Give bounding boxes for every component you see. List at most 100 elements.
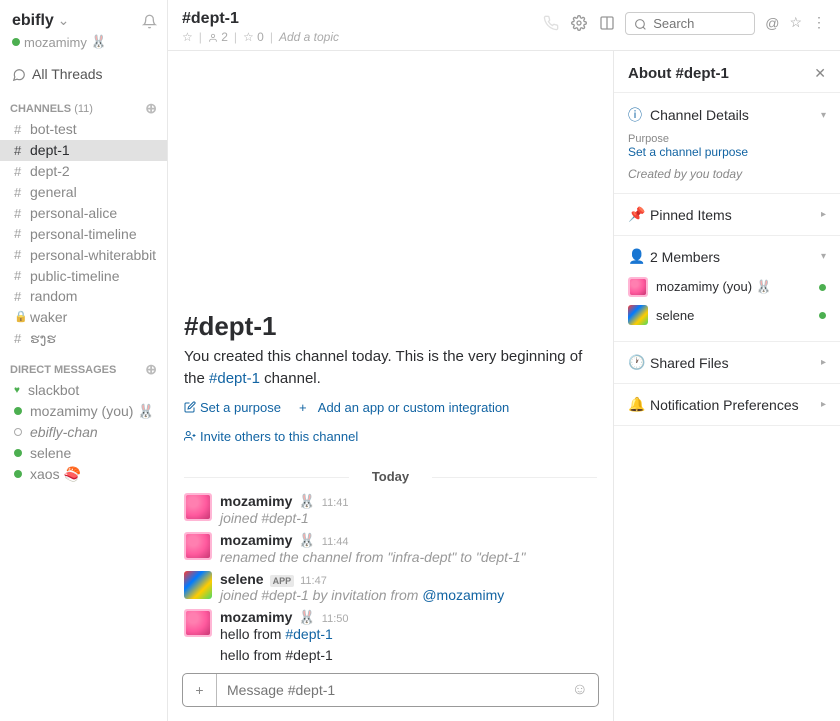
avatar	[184, 609, 212, 637]
chevron-down-icon: ▾	[821, 251, 826, 262]
search-icon	[634, 16, 647, 31]
all-threads[interactable]: All Threads	[0, 60, 167, 88]
add-channel-icon[interactable]: ⊕	[145, 100, 157, 117]
about-pinned[interactable]: 📌 Pinned Items ▸	[614, 194, 840, 236]
team-name: ebifly	[12, 12, 69, 30]
presence-dot	[819, 312, 826, 319]
message-row: selene APP 11:47joined #dept-1 by invita…	[184, 568, 597, 606]
set-purpose-link[interactable]: Set a purpose	[184, 400, 281, 415]
team-user-status[interactable]: mozamimy 🐰	[0, 34, 167, 60]
invite-link[interactable]: Invite others to this channel	[184, 429, 358, 444]
chevron-right-icon: ▸	[821, 399, 826, 410]
chevron-right-icon: ▸	[821, 209, 826, 220]
files-icon: 🕐	[628, 354, 642, 371]
mention-icon[interactable]: @	[765, 15, 779, 31]
channel-title: #dept-1	[182, 10, 533, 28]
add-app-link[interactable]: + Add an app or custom integration	[299, 400, 509, 415]
sidebar: ebifly mozamimy 🐰 All Threads CHANNELS (…	[0, 0, 168, 721]
channel-list: #bot-test#dept-1#dept-2#general#personal…	[0, 119, 167, 349]
channel-header: #dept-1 ☆| 2| ☆ 0| Add a topic @ ☆ ⋮	[168, 0, 840, 51]
message-list: mozamimy 🐰 11:41joined #dept-1mozamimy 🐰…	[184, 490, 597, 663]
intro-text: You created this channel today. This is …	[184, 346, 597, 390]
sidebar-channel-general[interactable]: #general	[0, 182, 167, 203]
about-header: About #dept-1 ✕	[614, 51, 840, 93]
sidebar-channel-waker[interactable]: 🔒waker	[0, 307, 167, 328]
date-divider: Today	[184, 469, 597, 484]
channel-header-left: #dept-1 ☆| 2| ☆ 0| Add a topic	[182, 10, 533, 44]
about-members[interactable]: 👤 2 Members ▾ mozamimy (you) 🐰selene	[614, 236, 840, 342]
set-purpose-panel-link[interactable]: Set a channel purpose	[628, 145, 826, 159]
sidebar-dm[interactable]: ebifly-chan	[0, 422, 167, 443]
sidebar-dm[interactable]: selene	[0, 443, 167, 464]
close-icon[interactable]: ✕	[814, 65, 826, 82]
search-input[interactable]	[653, 16, 746, 31]
gear-icon[interactable]	[571, 14, 587, 31]
about-notification[interactable]: 🔔 Notification Preferences ▸	[614, 384, 840, 426]
add-topic[interactable]: Add a topic	[279, 30, 339, 44]
channel-intro: #dept-1 You created this channel today. …	[184, 311, 597, 445]
star-icon[interactable]: ☆	[182, 30, 193, 44]
star-header-icon[interactable]: ☆	[789, 14, 802, 31]
content-row: #dept-1 You created this channel today. …	[168, 51, 840, 721]
sidebar-channel-personal-timeline[interactable]: #personal-timeline	[0, 224, 167, 245]
message-continuation: hello from #dept-1	[184, 647, 597, 663]
member-row[interactable]: selene	[628, 301, 826, 329]
message-row: mozamimy 🐰 11:41joined #dept-1	[184, 490, 597, 529]
sidebar-channel-ຮງຮ[interactable]: #ຮງຮ	[0, 328, 167, 349]
dm-list: ♥slackbotmozamimy (you) 🐰ebifly-chansele…	[0, 380, 167, 484]
more-icon[interactable]: ⋮	[812, 14, 826, 31]
pin-count[interactable]: ☆ 0	[243, 30, 264, 44]
avatar	[184, 493, 212, 521]
header-icons-right: @ ☆ ⋮	[765, 10, 826, 31]
header-icons	[543, 10, 615, 31]
avatar	[628, 305, 648, 325]
sidebar-dm[interactable]: mozamimy (you) 🐰	[0, 401, 167, 422]
about-channel-details[interactable]: ⓘ Channel Details ▾ Purpose Set a channe…	[614, 93, 840, 194]
main: #dept-1 ☆| 2| ☆ 0| Add a topic @ ☆ ⋮	[168, 0, 840, 721]
chevron-down-icon: ▾	[821, 110, 826, 121]
search-box[interactable]	[625, 12, 755, 35]
sidebar-channel-dept-1[interactable]: #dept-1	[0, 140, 167, 161]
message-row: mozamimy 🐰 11:44renamed the channel from…	[184, 529, 597, 568]
intro-title: #dept-1	[184, 311, 597, 342]
sidebar-channel-dept-2[interactable]: #dept-2	[0, 161, 167, 182]
about-panel: About #dept-1 ✕ ⓘ Channel Details ▾ Purp…	[614, 51, 840, 721]
sidebar-dm[interactable]: ♥slackbot	[0, 380, 167, 401]
phone-icon[interactable]	[543, 14, 559, 31]
emoji-icon[interactable]: ☺	[572, 681, 588, 699]
message-row: mozamimy 🐰 11:50hello from #dept-1	[184, 606, 597, 645]
message-scroll[interactable]: #dept-1 You created this channel today. …	[168, 51, 613, 663]
composer: + ☺	[182, 673, 599, 707]
avatar	[628, 277, 648, 297]
chevron-right-icon: ▸	[821, 357, 826, 368]
intro-actions: Set a purpose + Add an app or custom int…	[184, 400, 597, 415]
member-count[interactable]: 2	[208, 30, 228, 44]
panel-icon[interactable]	[599, 14, 615, 31]
avatar	[184, 571, 212, 599]
presence-dot	[12, 38, 20, 46]
channels-section-header[interactable]: CHANNELS (11) ⊕	[0, 88, 167, 119]
about-shared-files[interactable]: 🕐 Shared Files ▸	[614, 342, 840, 384]
sidebar-channel-random[interactable]: #random	[0, 286, 167, 307]
avatar	[184, 532, 212, 560]
bell-icon[interactable]	[142, 13, 157, 30]
add-dm-icon[interactable]: ⊕	[145, 361, 157, 378]
messages-pane: #dept-1 You created this channel today. …	[168, 51, 614, 721]
member-row[interactable]: mozamimy (you) 🐰	[628, 273, 826, 301]
sidebar-dm[interactable]: xaos 🍣	[0, 464, 167, 485]
sidebar-channel-personal-alice[interactable]: #personal-alice	[0, 203, 167, 224]
presence-dot	[819, 284, 826, 291]
pin-icon: 📌	[628, 206, 642, 223]
threads-icon	[12, 66, 26, 82]
info-icon: ⓘ	[628, 105, 642, 125]
sidebar-channel-personal-whiterabbit[interactable]: #personal-whiterabbit	[0, 245, 167, 266]
about-title: About #dept-1	[628, 65, 729, 82]
dm-section-header[interactable]: DIRECT MESSAGES ⊕	[0, 349, 167, 380]
team-header[interactable]: ebifly	[0, 8, 167, 34]
sidebar-channel-public-timeline[interactable]: #public-timeline	[0, 266, 167, 287]
sidebar-channel-bot-test[interactable]: #bot-test	[0, 119, 167, 140]
composer-plus-icon[interactable]: +	[183, 674, 217, 706]
bell-icon: 🔔	[628, 396, 642, 413]
composer-input[interactable]	[217, 674, 572, 706]
channel-meta: ☆| 2| ☆ 0| Add a topic	[182, 30, 533, 44]
